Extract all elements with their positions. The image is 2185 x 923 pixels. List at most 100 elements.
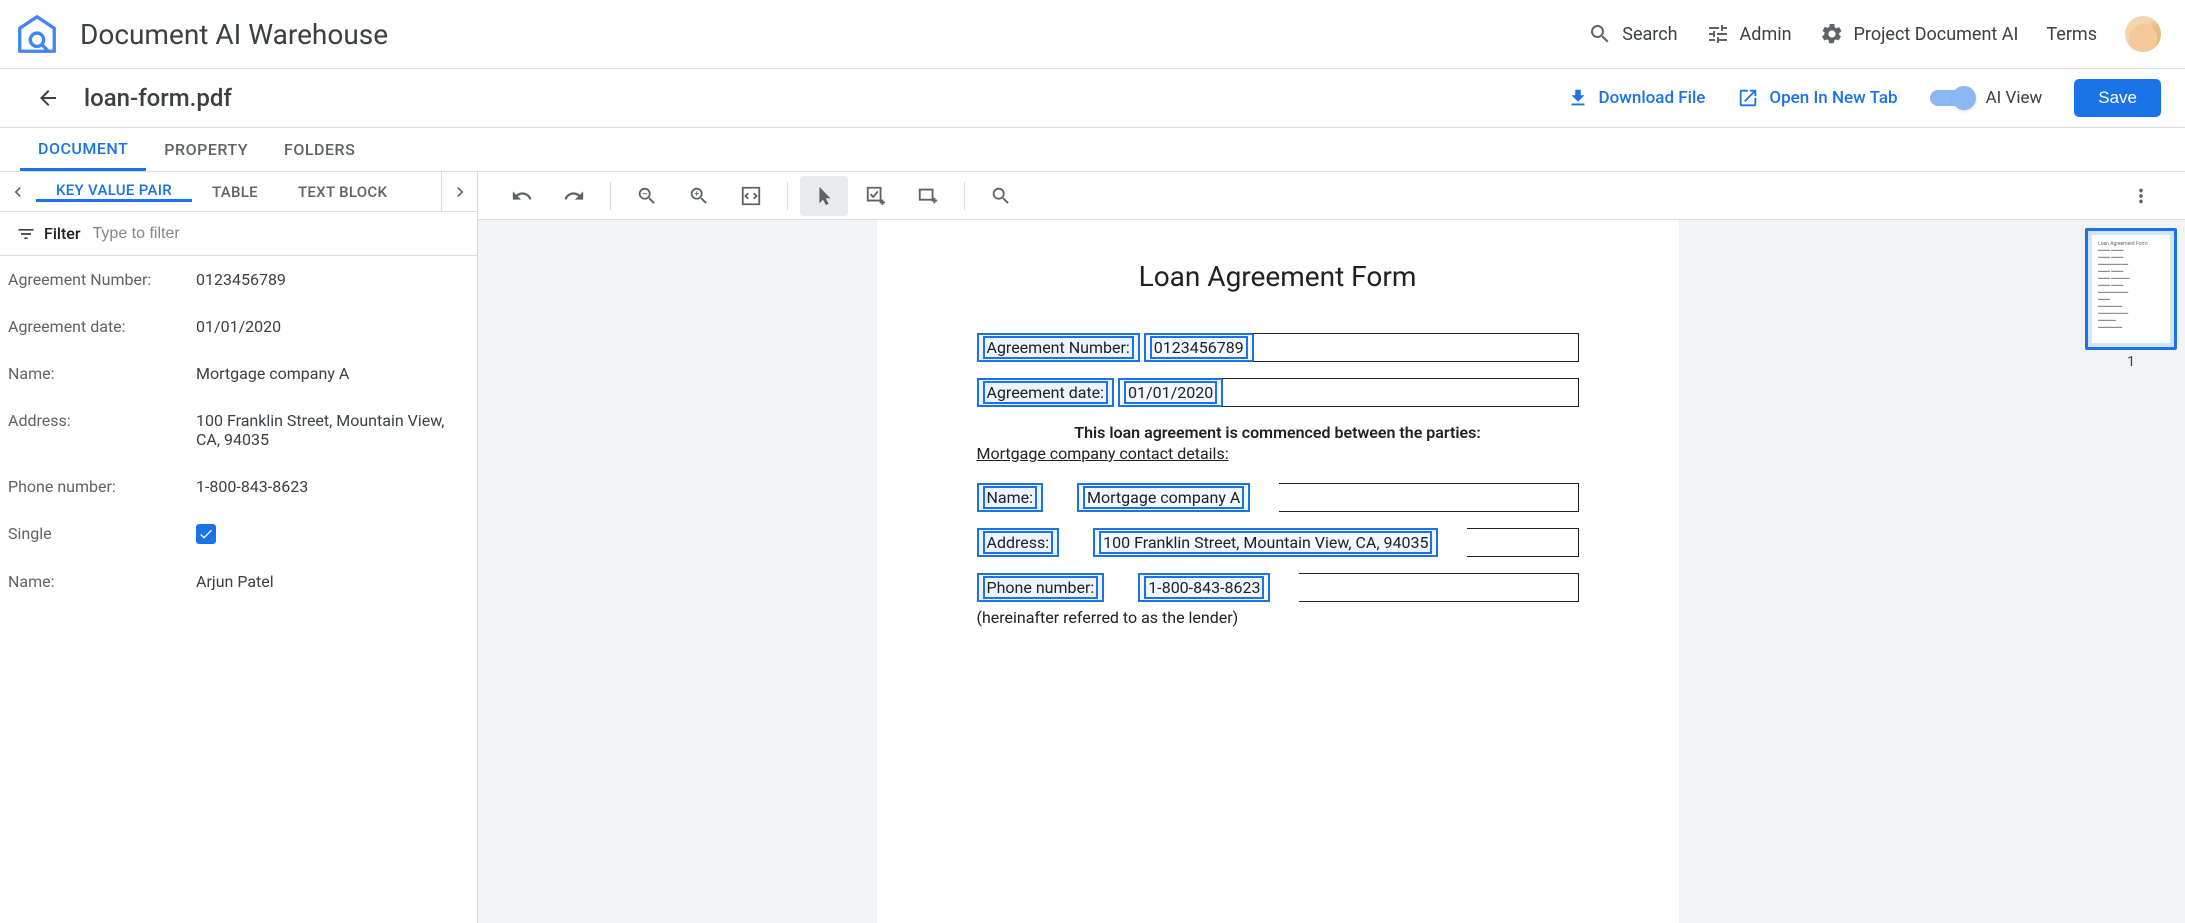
gear-icon	[1820, 22, 1844, 46]
thumbnail-page-number: 1	[2085, 354, 2177, 370]
doc-intro-bold: This loan agreement is commenced between…	[977, 423, 1579, 442]
ai-view-label: AI View	[1986, 88, 2043, 108]
nav-search[interactable]: Search	[1588, 22, 1677, 46]
sub-tabs-scroll-left[interactable]	[0, 172, 36, 211]
left-panel: KEY VALUE PAIR TABLE TEXT BLOCK Filter A…	[0, 172, 478, 923]
nav-project[interactable]: Project Document AI	[1820, 22, 2019, 46]
kv-key: Single	[8, 524, 196, 543]
zoom-out-button[interactable]	[623, 176, 671, 216]
sub-actions: Download File Open In New Tab AI View Sa…	[1567, 79, 2162, 117]
back-button[interactable]	[28, 78, 68, 118]
field-value[interactable]: 0123456789	[1144, 333, 1254, 362]
download-button[interactable]: Download File	[1567, 87, 1706, 109]
more-button[interactable]	[2117, 176, 2165, 216]
field-label[interactable]: Agreement Number:	[977, 333, 1140, 362]
field-value[interactable]: Mortgage company A	[1077, 483, 1250, 512]
top-nav: Search Admin Project Document AI Terms	[1588, 16, 2161, 52]
tab-folders[interactable]: FOLDERS	[266, 128, 373, 171]
undo-button[interactable]	[498, 176, 546, 216]
crop-icon	[917, 185, 939, 207]
kv-row[interactable]: Name:Arjun Patel	[0, 558, 477, 605]
zoom-in-button[interactable]	[675, 176, 723, 216]
checkbox-add-icon	[865, 185, 887, 207]
field-label[interactable]: Phone number:	[977, 573, 1105, 602]
kv-value: 01/01/2020	[196, 317, 469, 336]
sub-header: loan-form.pdf Download File Open In New …	[0, 69, 2185, 128]
kv-row[interactable]: Phone number:1-800-843-8623	[0, 463, 477, 510]
kv-value: 1-800-843-8623	[196, 477, 469, 496]
kv-row[interactable]: Name:Mortgage company A	[0, 350, 477, 397]
open-new-tab-label: Open In New Tab	[1769, 88, 1897, 108]
zoom-out-icon	[636, 185, 658, 207]
thumbnails-panel: Loan Agreement Form━━━━ ━━━━━━━━ ━━━━━━━…	[2077, 220, 2185, 923]
field-row-name: Name: Mortgage company A	[977, 483, 1579, 512]
search-icon	[990, 185, 1012, 207]
field-row-agreement-number: Agreement Number: 0123456789	[977, 333, 1579, 362]
thumbnail-page-1[interactable]: Loan Agreement Form━━━━ ━━━━━━━━ ━━━━━━━…	[2085, 228, 2177, 350]
top-header: Document AI Warehouse Search Admin Proje…	[0, 0, 2185, 69]
brand-title: Document AI Warehouse	[80, 18, 388, 51]
nav-search-label: Search	[1622, 24, 1677, 45]
page-canvas-wrap[interactable]: Loan Agreement Form Agreement Number: 01…	[478, 220, 2077, 923]
nav-admin[interactable]: Admin	[1706, 22, 1792, 46]
check-icon	[198, 526, 214, 542]
viewer-body: Loan Agreement Form Agreement Number: 01…	[478, 220, 2185, 923]
field-value[interactable]: 1-800-843-8623	[1138, 573, 1270, 602]
kv-row[interactable]: Address:100 Franklin Street, Mountain Vi…	[0, 397, 477, 463]
open-new-tab-button[interactable]: Open In New Tab	[1737, 87, 1897, 109]
nav-terms[interactable]: Terms	[2046, 24, 2097, 45]
body: KEY VALUE PAIR TABLE TEXT BLOCK Filter A…	[0, 172, 2185, 923]
arrow-back-icon	[36, 86, 60, 110]
ai-view-toggle[interactable]	[1930, 90, 1974, 106]
field-row-phone: Phone number: 1-800-843-8623	[977, 573, 1579, 602]
kv-row[interactable]: Agreement Number:0123456789	[0, 256, 477, 303]
sub-tab-key-value-pair[interactable]: KEY VALUE PAIR	[36, 181, 192, 202]
code-view-button[interactable]	[727, 176, 775, 216]
field-label[interactable]: Agreement date:	[977, 378, 1115, 407]
sub-tabs-scroll-right[interactable]	[441, 172, 477, 211]
search-in-doc-button[interactable]	[977, 176, 1025, 216]
field-label[interactable]: Name:	[977, 483, 1044, 512]
sub-tabs: KEY VALUE PAIR TABLE TEXT BLOCK	[0, 172, 477, 212]
sub-tab-text-block[interactable]: TEXT BLOCK	[278, 181, 407, 202]
redo-button[interactable]	[550, 176, 598, 216]
viewer: Loan Agreement Form Agreement Number: 01…	[478, 172, 2185, 923]
annotate-button[interactable]	[852, 176, 900, 216]
brand: Document AI Warehouse	[14, 11, 388, 57]
ai-view-toggle-wrap: AI View	[1930, 88, 2043, 108]
filter-label: Filter	[44, 224, 81, 243]
kv-key: Agreement date:	[8, 317, 196, 336]
page-canvas: Loan Agreement Form Agreement Number: 01…	[877, 220, 1679, 923]
kv-row[interactable]: Single	[0, 510, 477, 558]
field-row-address: Address: 100 Franklin Street, Mountain V…	[977, 528, 1579, 557]
crop-button[interactable]	[904, 176, 952, 216]
field-label[interactable]: Address:	[977, 528, 1060, 557]
kv-value: 0123456789	[196, 270, 469, 289]
nav-admin-label: Admin	[1740, 24, 1792, 45]
nav-project-label: Project Document AI	[1854, 24, 2019, 45]
search-icon	[1588, 22, 1612, 46]
kv-key: Phone number:	[8, 477, 196, 496]
save-button[interactable]: Save	[2074, 79, 2161, 117]
cursor-icon	[813, 185, 835, 207]
select-tool-button[interactable]	[800, 176, 848, 216]
kv-value: 100 Franklin Street, Mountain View, CA, …	[196, 411, 469, 449]
kv-key: Address:	[8, 411, 196, 430]
checkbox-checked[interactable]	[196, 524, 216, 544]
user-avatar[interactable]	[2125, 16, 2161, 52]
kv-row[interactable]: Agreement date:01/01/2020	[0, 303, 477, 350]
field-value[interactable]: 100 Franklin Street, Mountain View, CA, …	[1093, 528, 1438, 557]
doc-intro-under: Mortgage company contact details:	[977, 444, 1579, 463]
thumbnail-preview: Loan Agreement Form━━━━ ━━━━━━━━ ━━━━━━━…	[2092, 235, 2170, 343]
kv-value: Mortgage company A	[196, 364, 469, 383]
open-in-new-icon	[1737, 87, 1759, 109]
chevron-right-icon	[450, 182, 470, 202]
tune-icon	[1706, 22, 1730, 46]
document-title: loan-form.pdf	[84, 84, 232, 112]
field-value[interactable]: 01/01/2020	[1118, 378, 1223, 407]
sub-tab-table[interactable]: TABLE	[192, 181, 278, 202]
tab-document[interactable]: DOCUMENT	[20, 128, 146, 171]
tab-property[interactable]: PROPERTY	[146, 128, 266, 171]
brand-logo-icon	[14, 11, 60, 57]
filter-input[interactable]	[93, 225, 461, 243]
